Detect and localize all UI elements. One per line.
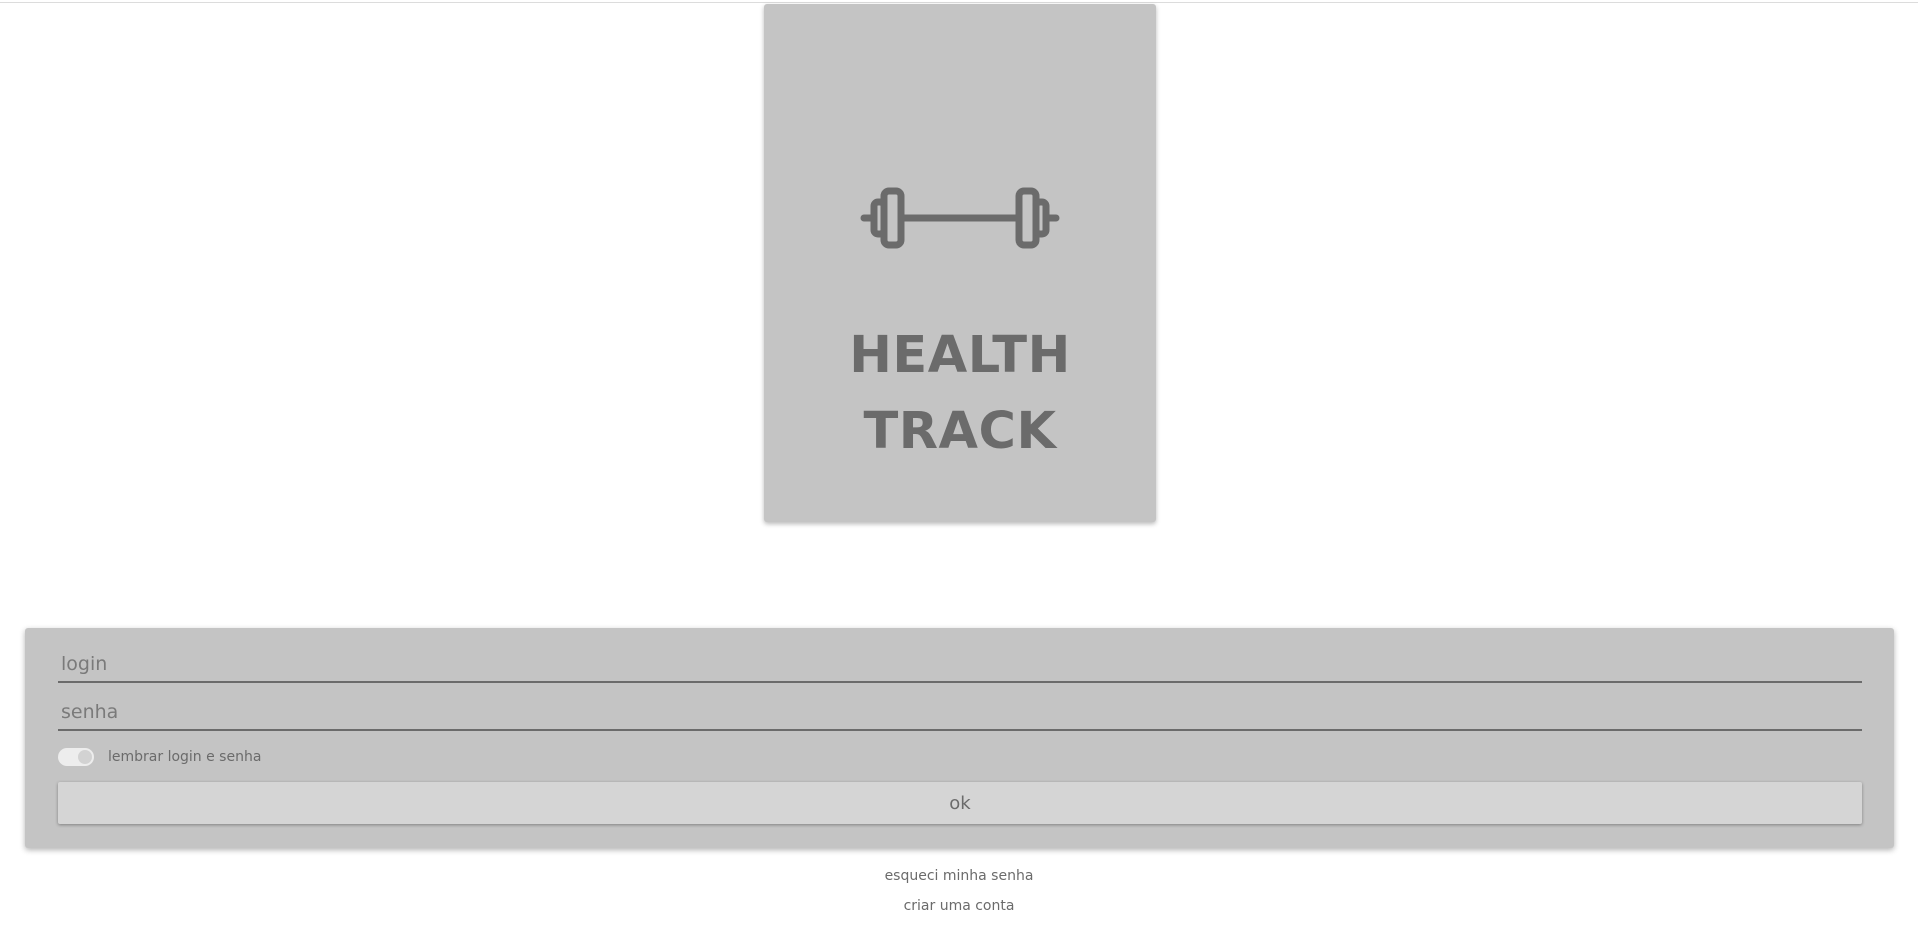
top-border-line — [0, 2, 1918, 3]
forgot-password-link[interactable]: esqueci minha senha — [0, 868, 1918, 884]
login-form: lembrar login e senha ok — [25, 628, 1894, 848]
barbell-icon — [860, 187, 1060, 249]
remember-toggle[interactable] — [58, 748, 94, 766]
brand-title: HEALTH TRACK — [764, 318, 1156, 470]
remember-row: lembrar login e senha — [58, 746, 261, 768]
brand-title-line2: TRACK — [863, 402, 1057, 461]
toggle-knob — [78, 750, 92, 764]
ok-button[interactable]: ok — [58, 782, 1862, 824]
create-account-link[interactable]: criar uma conta — [0, 898, 1918, 914]
brand-title-line1: HEALTH — [849, 326, 1071, 385]
remember-label: lembrar login e senha — [108, 749, 262, 765]
password-input[interactable] — [58, 695, 1862, 731]
login-input[interactable] — [58, 647, 1862, 683]
logo-card: HEALTH TRACK — [764, 4, 1156, 522]
